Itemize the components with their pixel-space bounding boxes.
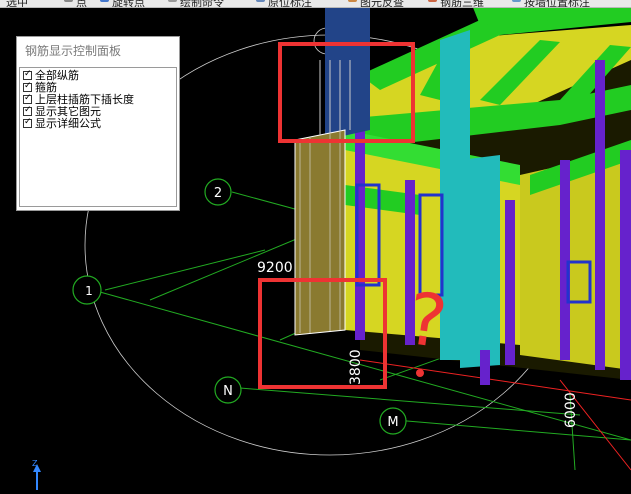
draw-icon	[168, 0, 177, 2]
checkbox-checked-icon[interactable]	[23, 95, 32, 104]
axis-marker-2[interactable]: 2	[204, 178, 232, 206]
axis-marker-M[interactable]: M	[379, 407, 407, 435]
toolbar-item-draw[interactable]: 绘制命令	[180, 0, 224, 7]
svg-text:2: 2	[214, 186, 222, 201]
annotate-icon	[256, 0, 265, 2]
building-model	[325, 0, 631, 385]
checkbox-checked-icon[interactable]	[23, 119, 32, 128]
wall-mark-icon	[512, 0, 521, 2]
axis-marker-N[interactable]: N	[214, 376, 242, 404]
toolbar-item-rotate-point[interactable]: 旋转点	[112, 0, 145, 7]
svg-text:M: M	[387, 415, 398, 430]
question-dot	[416, 369, 424, 377]
toolbar-item-reverse-lookup[interactable]: 图元反查	[360, 0, 404, 7]
checkbox-checked-icon[interactable]	[23, 83, 32, 92]
dimension-6000: 6000	[563, 392, 579, 428]
axis-marker-1[interactable]: 1	[72, 275, 102, 305]
rebar-3d-icon	[428, 0, 437, 2]
option-show-detailed-formula[interactable]: 显示详细公式	[23, 118, 101, 130]
checkbox-checked-icon[interactable]	[23, 71, 32, 80]
toolbar-item-select[interactable]: 选中	[6, 0, 28, 7]
dimension-9200: 9200	[257, 260, 293, 276]
rotate-icon	[100, 0, 109, 2]
toolbar-item-annotate[interactable]: 原位标注	[268, 0, 312, 7]
panel-title: 钢筋显示控制面板	[25, 44, 122, 58]
svg-text:Z: Z	[32, 459, 38, 468]
dimension-3800: 3800	[348, 349, 364, 385]
point-icon	[64, 0, 73, 2]
toolbar-item-rebar-3d[interactable]: 钢筋三维	[440, 0, 484, 7]
reverse-lookup-icon	[348, 0, 357, 2]
panel-options-list: 全部纵筋 箍筋 上层柱插筋下插长度 显示其它图元 显示详细公式	[19, 67, 177, 207]
svg-text:1: 1	[85, 284, 93, 298]
option-label: 显示详细公式	[35, 117, 101, 130]
toolbar-item-point[interactable]: 点	[76, 0, 87, 7]
toolbar-item-wall-mark[interactable]: 按墙位置标注	[524, 0, 590, 7]
rebar-display-panel: 钢筋显示控制面板 全部纵筋 箍筋 上层柱插筋下插长度 显示其它图元 显示详细公式	[16, 36, 180, 211]
svg-text:N: N	[223, 384, 233, 399]
top-toolbar: 选中 点 旋转点 绘制命令 原位标注 图元反查 钢筋三维 按墙位置标注	[0, 0, 631, 8]
checkbox-checked-icon[interactable]	[23, 107, 32, 116]
z-axis-indicator: Z	[32, 459, 41, 490]
